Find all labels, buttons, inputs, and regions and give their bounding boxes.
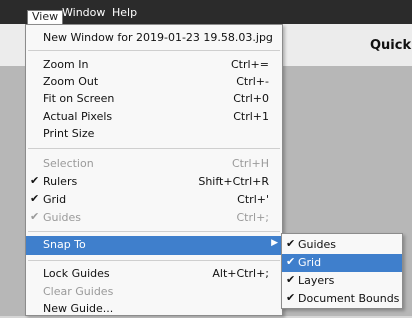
view-menu: New Window for 2019-01-23 19.58.03.jpg Z… — [25, 24, 283, 316]
menu-item-label: Rulers — [43, 175, 78, 188]
menu-item-print-size[interactable]: Print Size — [26, 125, 282, 143]
menubar-help[interactable]: Help — [106, 6, 143, 20]
menu-item-zoom-in[interactable]: Zoom In Ctrl+= — [26, 56, 282, 74]
menu-item-shortcut: Ctrl+- — [236, 75, 269, 88]
checkmark-icon: ✔ — [286, 237, 296, 250]
menu-item-label: Guides — [43, 211, 82, 224]
submenu-item-guides[interactable]: ✔ Guides — [282, 236, 402, 254]
menu-item-rulers[interactable]: ✔ Rulers Shift+Ctrl+R — [26, 173, 282, 191]
menu-item-label: Grid — [43, 193, 67, 206]
submenu-item-label: Guides — [298, 238, 337, 251]
menu-item-shortcut: Ctrl+' — [237, 193, 269, 206]
menu-item-shortcut: Alt+Ctrl+; — [212, 267, 269, 280]
menu-item-label: New Window for 2019-01-23 19.58.03.jpg — [43, 31, 273, 44]
menu-separator — [28, 260, 280, 261]
menu-item-shortcut: Ctrl+; — [236, 211, 270, 224]
submenu-item-label: Layers — [298, 274, 335, 287]
menu-item-label: Snap To — [43, 238, 86, 251]
menu-item-label: Selection — [43, 157, 94, 170]
submenu-item-layers[interactable]: ✔ Layers — [282, 272, 402, 290]
submenu-arrow-icon: ▶ — [271, 238, 278, 248]
checkmark-icon: ✔ — [286, 273, 296, 286]
menu-item-snap-to[interactable]: Snap To ▶ — [26, 236, 282, 255]
menu-item-label: New Guide... — [43, 302, 114, 315]
menu-item-label: Fit on Screen — [43, 92, 115, 105]
checkmark-icon: ✔ — [30, 210, 40, 223]
menu-item-label: Actual Pixels — [43, 110, 113, 123]
menu-item-lock-guides[interactable]: Lock Guides Alt+Ctrl+; — [26, 265, 282, 283]
menu-item-shortcut: Shift+Ctrl+R — [198, 175, 269, 188]
menu-item-grid[interactable]: ✔ Grid Ctrl+' — [26, 191, 282, 209]
menu-separator — [28, 231, 280, 232]
checkmark-icon: ✔ — [30, 192, 40, 205]
menu-item-new-window[interactable]: New Window for 2019-01-23 19.58.03.jpg — [26, 29, 282, 47]
menu-item-shortcut: Ctrl+= — [230, 58, 269, 71]
menu-item-label: Zoom In — [43, 58, 89, 71]
menu-item-label: Clear Guides — [43, 285, 114, 298]
submenu-item-label: Document Bounds — [298, 292, 400, 305]
menu-item-actual-pixels[interactable]: Actual Pixels Ctrl+1 — [26, 108, 282, 126]
submenu-item-grid[interactable]: ✔ Grid — [282, 254, 402, 272]
menu-item-fit-on-screen[interactable]: Fit on Screen Ctrl+0 — [26, 90, 282, 108]
checkmark-icon: ✔ — [30, 174, 40, 187]
menu-item-shortcut: Ctrl+0 — [233, 92, 269, 105]
menu-item-shortcut: Ctrl+1 — [233, 110, 269, 123]
menu-item-selection[interactable]: Selection Ctrl+H — [26, 155, 282, 173]
submenu-item-document-bounds[interactable]: ✔ Document Bounds — [282, 290, 402, 308]
submenu-item-label: Grid — [298, 256, 322, 269]
menubar-window[interactable]: Window — [56, 6, 111, 20]
menu-item-label: Print Size — [43, 127, 95, 140]
menubar: View Window Help — [0, 0, 412, 24]
quick-mode-label[interactable]: Quick — [370, 38, 411, 53]
snap-to-submenu: ✔ Guides ✔ Grid ✔ Layers ✔ Document Boun… — [281, 233, 403, 309]
menu-item-zoom-out[interactable]: Zoom Out Ctrl+- — [26, 73, 282, 91]
menu-separator — [28, 50, 280, 51]
menu-item-new-guide[interactable]: New Guide... — [26, 300, 282, 318]
menu-item-guides[interactable]: ✔ Guides Ctrl+; — [26, 209, 282, 227]
checkmark-icon: ✔ — [286, 291, 296, 304]
menu-separator — [28, 148, 280, 149]
menu-item-label: Zoom Out — [43, 75, 99, 88]
menu-item-label: Lock Guides — [43, 267, 110, 280]
checkmark-icon: ✔ — [286, 255, 296, 268]
menu-item-shortcut: Ctrl+H — [231, 157, 269, 170]
menu-item-clear-guides[interactable]: Clear Guides — [26, 283, 282, 301]
